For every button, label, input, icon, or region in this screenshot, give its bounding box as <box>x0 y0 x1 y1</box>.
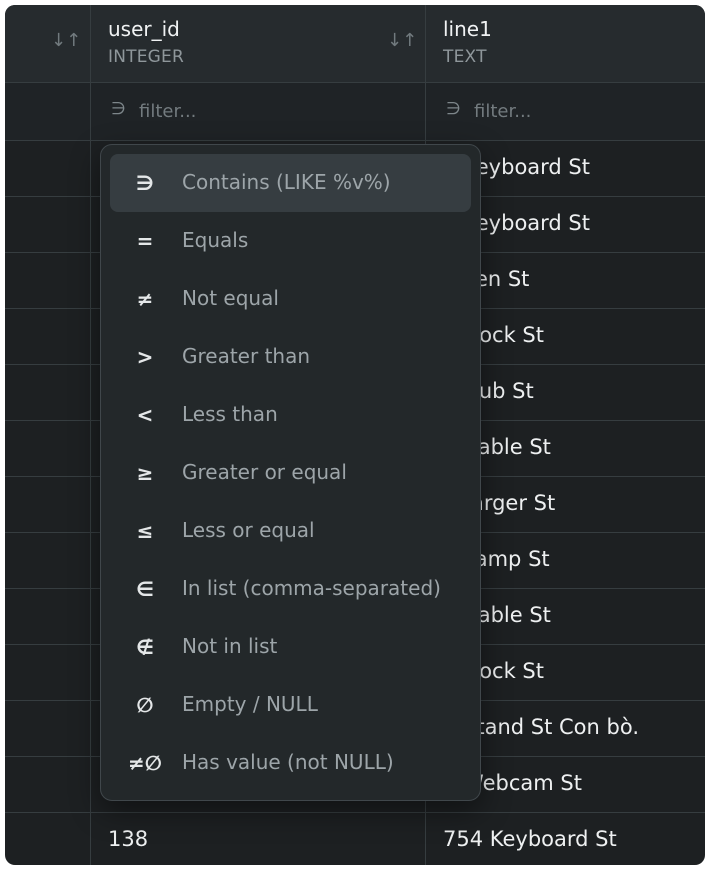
row-number-cell <box>5 589 91 644</box>
row-number-header: ↓↑ <box>5 5 91 82</box>
row-number-cell <box>5 253 91 308</box>
operator-option[interactable]: > Greater than <box>110 328 471 386</box>
operator-option[interactable]: < Less than <box>110 386 471 444</box>
operator-label: Has value (not NULL) <box>182 750 394 774</box>
operator-label: Greater or equal <box>182 460 347 484</box>
operator-symbol-icon: ≥ <box>136 461 154 485</box>
operator-label: Less or equal <box>182 518 315 542</box>
data-grid: ↓↑ user_id INTEGER ↓↑ line1 TEXT ∋ ∋ <box>5 5 705 865</box>
table-row[interactable]: 138 754 Keyboard St <box>5 813 705 865</box>
operator-option[interactable]: ≥ Greater or equal <box>110 444 471 502</box>
filter-cell-user-id: ∋ <box>91 83 426 140</box>
operator-option[interactable]: ≠ Not equal <box>110 270 471 328</box>
row-number-cell <box>5 309 91 364</box>
operator-label: Contains (LIKE %v%) <box>182 170 391 194</box>
column-type: TEXT <box>443 47 487 67</box>
operator-symbol-icon: ≤ <box>136 519 154 543</box>
operator-label: Empty / NULL <box>182 692 318 716</box>
row-number-cell <box>5 533 91 588</box>
operator-option[interactable]: ≤ Less or equal <box>110 502 471 560</box>
contains-operator-icon[interactable]: ∋ <box>446 99 461 119</box>
operator-option[interactable]: ∈ In list (comma-separated) <box>110 560 471 618</box>
row-number-cell <box>5 757 91 812</box>
line1-filter-input[interactable] <box>472 97 705 125</box>
operator-label: In list (comma-separated) <box>182 576 441 600</box>
row-number-cell <box>5 141 91 196</box>
row-number-cell <box>5 701 91 756</box>
operator-option[interactable]: ∉ Not in list <box>110 618 471 676</box>
operator-symbol-icon: < <box>136 403 154 427</box>
operator-label: Not equal <box>182 286 279 310</box>
row-number-cell <box>5 813 91 865</box>
row-number-cell <box>5 477 91 532</box>
sort-arrows-icon[interactable]: ↓↑ <box>387 32 417 50</box>
column-header-line1[interactable]: line1 TEXT <box>426 5 705 82</box>
operator-symbol-icon: ∋ <box>136 171 154 195</box>
row-number-cell <box>5 421 91 476</box>
operator-option[interactable]: ≠∅ Has value (not NULL) <box>110 734 471 792</box>
user-id-cell[interactable]: 138 <box>91 813 426 865</box>
filter-cell-empty <box>5 83 91 140</box>
filter-row: ∋ ∋ <box>5 83 705 141</box>
operator-option[interactable]: ∋ Contains (LIKE %v%) <box>110 154 471 212</box>
operator-symbol-icon: > <box>136 345 154 369</box>
operator-symbol-icon: ≠ <box>136 287 154 311</box>
operator-label: Equals <box>182 228 249 252</box>
cell-value: 138 <box>108 827 149 851</box>
operator-symbol-icon: ∉ <box>136 635 154 659</box>
operator-label: Greater than <box>182 344 311 368</box>
operator-label: Less than <box>182 402 278 426</box>
operator-symbol-icon: ∅ <box>136 693 154 717</box>
header-row: ↓↑ user_id INTEGER ↓↑ line1 TEXT <box>5 5 705 83</box>
operator-symbol-icon: ≠∅ <box>128 751 162 775</box>
row-number-cell <box>5 365 91 420</box>
operator-symbol-icon: = <box>136 229 154 253</box>
line1-cell[interactable]: 754 Keyboard St <box>426 813 705 865</box>
operator-option[interactable]: ∅ Empty / NULL <box>110 676 471 734</box>
filter-operator-dropdown: ∋ Contains (LIKE %v%) = Equals ≠ Not equal > Gr… <box>100 144 481 801</box>
cell-value: 754 Keyboard St <box>443 827 617 851</box>
operator-option[interactable]: = Equals <box>110 212 471 270</box>
filter-cell-line1: ∋ <box>426 83 705 140</box>
column-type: INTEGER <box>108 47 184 67</box>
operator-label: Not in list <box>182 634 278 658</box>
contains-operator-icon[interactable]: ∋ <box>111 99 126 119</box>
user-id-filter-input[interactable] <box>137 97 391 125</box>
row-number-cell <box>5 645 91 700</box>
row-number-cell <box>5 197 91 252</box>
column-name: line1 <box>443 17 492 41</box>
column-name: user_id <box>108 17 180 41</box>
operator-symbol-icon: ∈ <box>136 577 154 601</box>
column-header-user-id[interactable]: user_id INTEGER ↓↑ <box>91 5 426 82</box>
sort-arrows-icon[interactable]: ↓↑ <box>51 32 81 50</box>
